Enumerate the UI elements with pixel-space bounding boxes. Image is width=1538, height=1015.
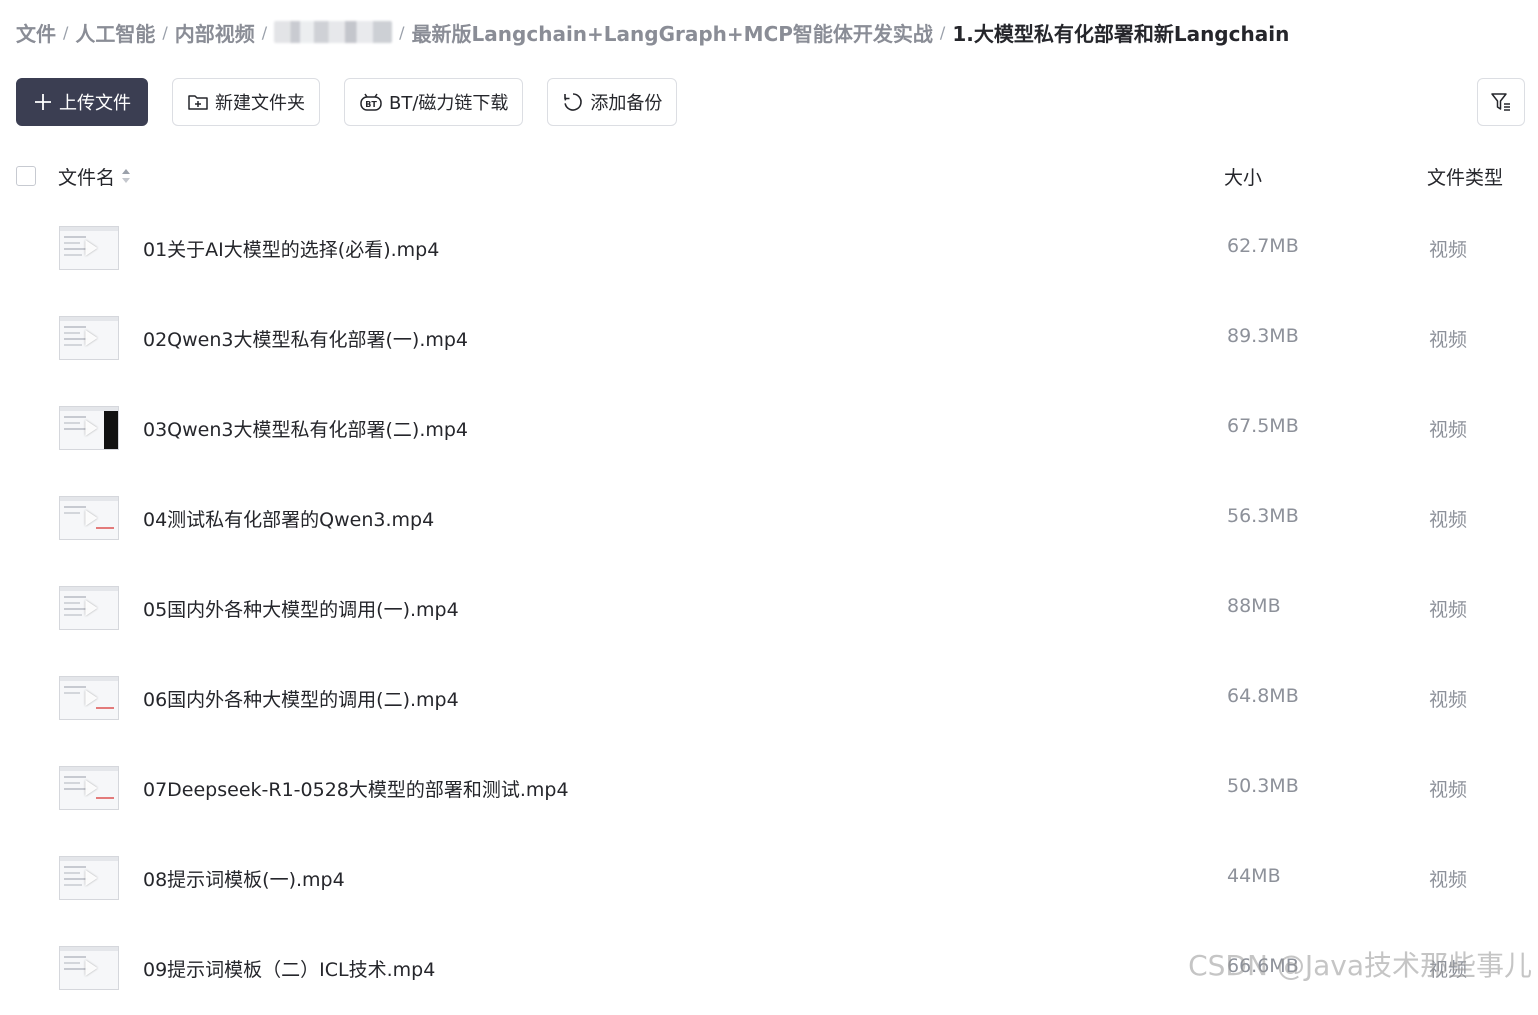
table-header: 文件名 大小 文件类型 (16, 158, 1538, 194)
breadcrumb-current: 1.大模型私有化部署和新Langchain (952, 21, 1290, 46)
play-icon (85, 960, 98, 976)
filter-icon (1491, 93, 1510, 111)
file-name[interactable]: 08提示词模板(一).mp4 (143, 865, 345, 892)
file-type: 视频 (1429, 689, 1468, 711)
video-thumbnail (59, 856, 119, 900)
video-thumbnail (59, 676, 119, 720)
column-header-size[interactable]: 大小 (1224, 163, 1262, 190)
table-row[interactable]: 07Deepseek-R1-0528大模型的部署和测试.mp4 50.3MB 视… (0, 745, 1538, 835)
file-type: 视频 (1429, 869, 1468, 891)
video-thumbnail (59, 316, 119, 360)
table-row[interactable]: 08提示词模板(一).mp4 44MB 视频 (0, 835, 1538, 925)
video-thumbnail (59, 496, 119, 540)
breadcrumb-item-internal-videos[interactable]: 内部视频 (175, 18, 255, 47)
file-type: 视频 (1429, 509, 1468, 531)
video-thumbnail (59, 226, 119, 270)
file-name[interactable]: 05国内外各种大模型的调用(一).mp4 (143, 595, 459, 622)
sync-icon (564, 93, 583, 111)
breadcrumb-item-redacted[interactable] (274, 21, 393, 43)
breadcrumb: 文件 / 人工智能 / 内部视频 / / 最新版Langchain+LangGr… (16, 18, 1289, 46)
video-thumbnail (59, 946, 119, 990)
sort-icon (122, 169, 131, 183)
breadcrumb-item-course[interactable]: 最新版Langchain+LangGraph+MCP智能体开发实战 (412, 18, 933, 47)
table-row[interactable]: 01关于AI大模型的选择(必看).mp4 62.7MB 视频 (0, 205, 1538, 295)
select-all-checkbox[interactable] (16, 166, 36, 186)
video-thumbnail (59, 766, 119, 810)
play-icon (85, 510, 98, 526)
file-type: 视频 (1429, 599, 1468, 621)
play-icon (85, 690, 98, 706)
add-backup-button-label: 添加备份 (590, 93, 663, 114)
file-size: 64.8MB (1227, 685, 1299, 707)
file-name[interactable]: 02Qwen3大模型私有化部署(一).mp4 (143, 325, 468, 352)
video-thumbnail (59, 586, 119, 630)
file-size: 56.3MB (1227, 505, 1299, 527)
file-name[interactable]: 06国内外各种大模型的调用(二).mp4 (143, 685, 459, 712)
play-icon (85, 330, 98, 346)
table-row[interactable]: 09提示词模板（二）ICL技术.mp4 66.6MB 视频 (0, 925, 1538, 1015)
add-backup-button[interactable]: 添加备份 (547, 78, 678, 126)
breadcrumb-separator: / (63, 22, 69, 42)
breadcrumb-separator: / (261, 22, 268, 42)
file-type: 视频 (1429, 239, 1468, 261)
breadcrumb-item-files[interactable]: 文件 (16, 18, 56, 47)
file-size: 66.6MB (1227, 955, 1299, 977)
column-header-name[interactable]: 文件名 (58, 163, 131, 190)
table-row[interactable]: 05国内外各种大模型的调用(一).mp4 88MB 视频 (0, 565, 1538, 655)
file-name[interactable]: 07Deepseek-R1-0528大模型的部署和测试.mp4 (143, 775, 569, 802)
column-header-name-label: 文件名 (58, 166, 116, 189)
file-name[interactable]: 09提示词模板（二）ICL技术.mp4 (143, 955, 435, 982)
play-icon (85, 870, 98, 886)
breadcrumb-separator: / (939, 22, 946, 42)
file-type: 视频 (1429, 779, 1468, 801)
file-size: 67.5MB (1227, 415, 1299, 437)
file-size: 62.7MB (1227, 235, 1299, 257)
bt-download-button[interactable]: BT BT/磁力链下载 (344, 78, 524, 126)
upload-button[interactable]: 上传文件 (16, 78, 148, 126)
file-type: 视频 (1429, 959, 1468, 981)
file-size: 44MB (1227, 865, 1281, 887)
file-type: 视频 (1429, 419, 1468, 441)
file-size: 88MB (1227, 595, 1281, 617)
new-folder-button-label: 新建文件夹 (215, 93, 305, 114)
file-list: 01关于AI大模型的选择(必看).mp4 62.7MB 视频 02Qwen3大模… (0, 205, 1538, 1015)
toolbar: 上传文件 新建文件夹 BT BT/磁力链下载 添加备份 (16, 78, 678, 128)
file-size: 50.3MB (1227, 775, 1299, 797)
column-header-type[interactable]: 文件类型 (1427, 163, 1503, 190)
file-size: 89.3MB (1227, 325, 1299, 347)
breadcrumb-separator: / (162, 22, 168, 42)
breadcrumb-separator: / (399, 22, 405, 42)
play-icon (85, 780, 98, 796)
table-row[interactable]: 04测试私有化部署的Qwen3.mp4 56.3MB 视频 (0, 475, 1538, 565)
plus-icon (35, 94, 51, 110)
file-name[interactable]: 04测试私有化部署的Qwen3.mp4 (143, 505, 434, 532)
table-row[interactable]: 02Qwen3大模型私有化部署(一).mp4 89.3MB 视频 (0, 295, 1538, 385)
new-folder-button[interactable]: 新建文件夹 (172, 78, 320, 126)
breadcrumb-item-ai[interactable]: 人工智能 (75, 18, 155, 47)
file-name[interactable]: 03Qwen3大模型私有化部署(二).mp4 (143, 415, 468, 442)
svg-text:BT: BT (365, 100, 377, 109)
bt-magnet-icon: BT (360, 93, 382, 111)
play-icon (85, 420, 98, 436)
folder-plus-icon (188, 95, 208, 110)
file-type: 视频 (1429, 329, 1468, 351)
table-row[interactable]: 03Qwen3大模型私有化部署(二).mp4 67.5MB 视频 (0, 385, 1538, 475)
play-icon (85, 240, 98, 256)
filter-button[interactable] (1477, 78, 1525, 126)
file-name[interactable]: 01关于AI大模型的选择(必看).mp4 (143, 235, 439, 262)
upload-button-label: 上传文件 (59, 93, 131, 114)
bt-download-button-label: BT/磁力链下载 (389, 93, 509, 114)
table-row[interactable]: 06国内外各种大模型的调用(二).mp4 64.8MB 视频 (0, 655, 1538, 745)
video-thumbnail (59, 406, 119, 450)
play-icon (85, 600, 98, 616)
